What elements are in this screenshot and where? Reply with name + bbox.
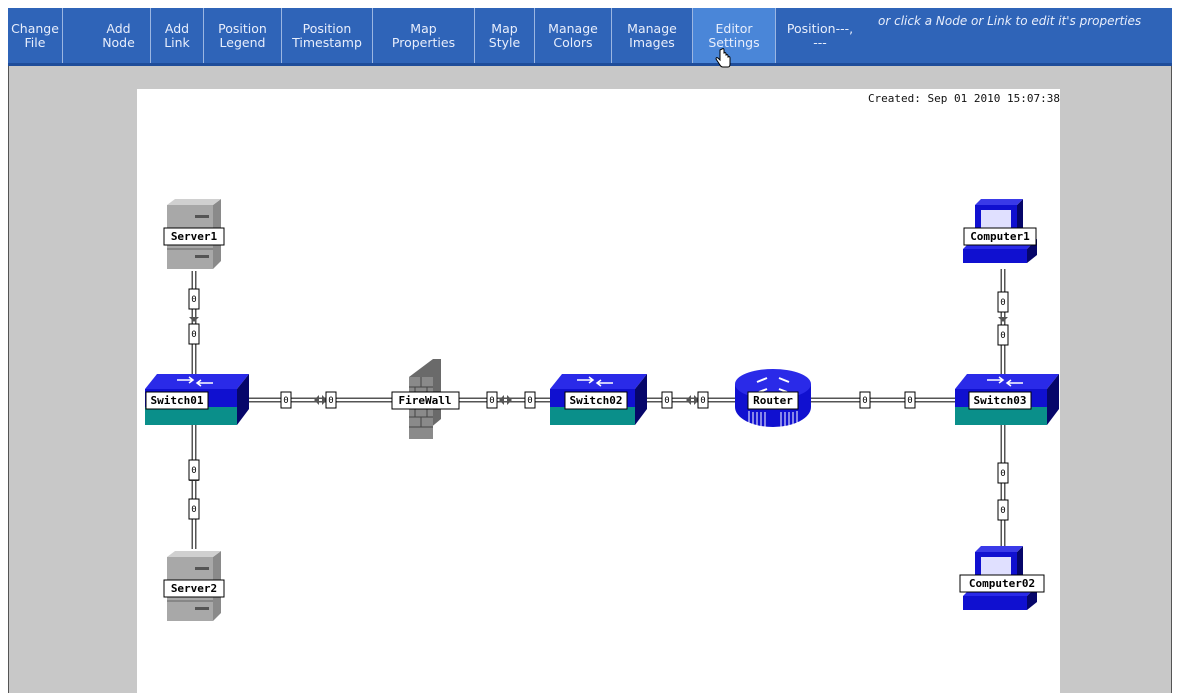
hint-text: or click a Node or Link to edit it's pro… [878, 14, 1142, 28]
node-label-router: Router [753, 394, 793, 407]
bandwidth-value: 0 [191, 330, 196, 340]
map-properties-button[interactable]: Map Properties [373, 8, 475, 63]
node-label-switch02: Switch02 [570, 394, 623, 407]
map-style-button[interactable]: Map Style [475, 8, 535, 63]
add-node-button[interactable]: Add Node [87, 8, 151, 63]
bandwidth-value: 0 [489, 396, 494, 406]
map-canvas[interactable]: Created: Sep 01 2010 15:07:38 0 0 0 0 0 … [137, 89, 1060, 693]
change-file-button[interactable]: Change File [8, 8, 63, 63]
node-switch02[interactable]: Switch02 [550, 374, 647, 425]
node-server2[interactable]: Server2 [163, 551, 225, 621]
add-link-button[interactable]: Add Link [151, 8, 204, 63]
bandwidth-value: 0 [191, 295, 196, 305]
position-readout: Position---, --- [784, 8, 856, 63]
bandwidth-value: 0 [328, 396, 333, 406]
editor-settings-button[interactable]: Editor Settings [693, 8, 776, 63]
bandwidth-value: 0 [191, 505, 196, 515]
bandwidth-value: 0 [283, 396, 288, 406]
node-label-server1: Server1 [171, 230, 218, 243]
position-timestamp-button[interactable]: Position Timestamp [282, 8, 373, 63]
bandwidth-value: 0 [527, 396, 532, 406]
node-switch01[interactable]: Switch01 [145, 374, 249, 425]
bandwidth-value: 0 [907, 396, 912, 406]
bandwidth-value: 0 [1000, 469, 1005, 479]
node-label-computer02: Computer02 [969, 577, 1035, 590]
node-server1[interactable]: Server1 [163, 199, 225, 269]
bandwidth-value: 0 [700, 396, 705, 406]
node-label-computer1: Computer1 [970, 230, 1030, 243]
manage-colors-button[interactable]: Manage Colors [535, 8, 612, 63]
position-legend-button[interactable]: Position Legend [204, 8, 282, 63]
node-computer1[interactable]: Computer1 [963, 199, 1037, 263]
bandwidth-value: 0 [862, 396, 867, 406]
bandwidth-value: 0 [1000, 298, 1005, 308]
manage-images-button[interactable]: Manage Images [612, 8, 693, 63]
node-router[interactable]: Router [735, 369, 811, 427]
hand-cursor-icon [715, 48, 731, 68]
node-label-firewall: FireWall [399, 394, 452, 407]
bandwidth-value: 0 [664, 396, 669, 406]
position-label: Position [786, 20, 836, 36]
node-switch03[interactable]: Switch03 [955, 374, 1059, 425]
node-firewall[interactable]: FireWall [391, 359, 460, 439]
bandwidth-value: 0 [1000, 331, 1005, 341]
node-computer02[interactable]: Computer02 [959, 546, 1045, 610]
node-label-switch03: Switch03 [974, 394, 1027, 407]
bandwidth-value: 0 [191, 466, 196, 476]
bandwidth-value: 0 [1000, 506, 1005, 516]
node-label-server2: Server2 [171, 582, 217, 595]
toolbar: Change File Add Node Add Link Position Legen… [8, 8, 1172, 66]
node-label-switch01: Switch01 [151, 394, 204, 407]
